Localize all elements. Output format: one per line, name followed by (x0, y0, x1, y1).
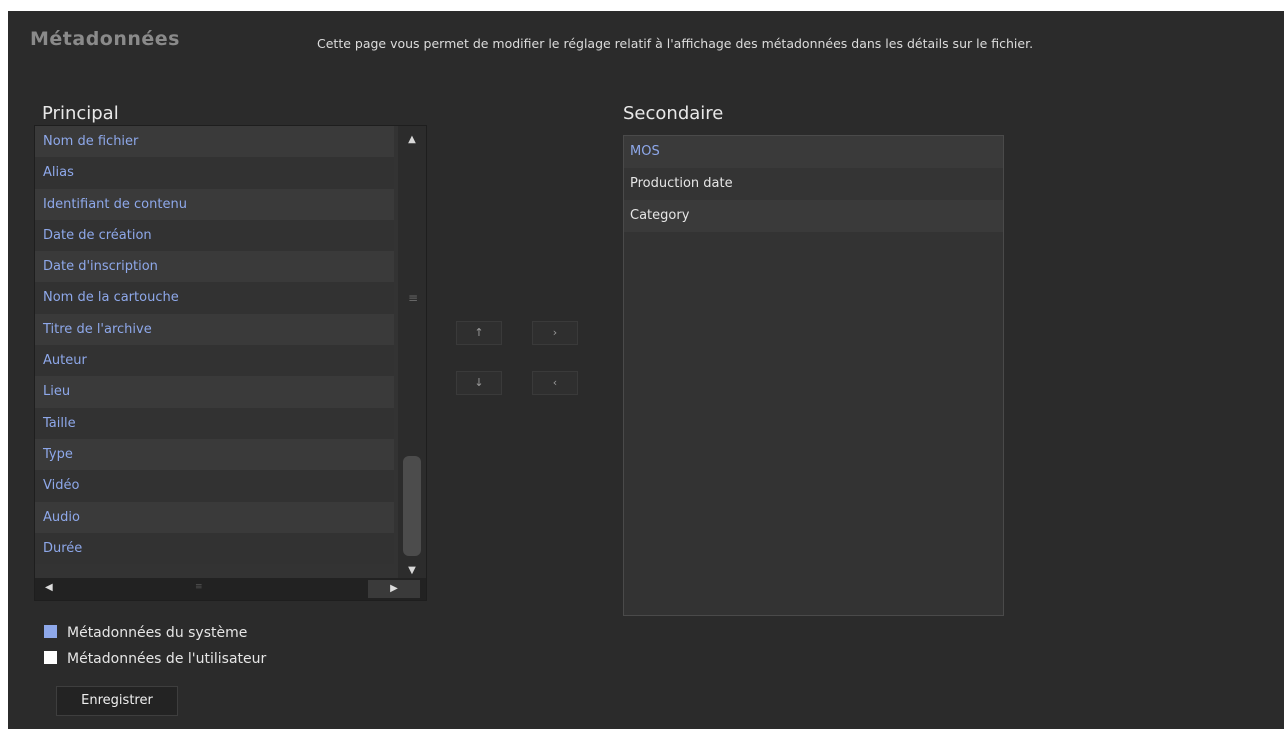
list-item[interactable]: Date de création (35, 219, 394, 252)
list-item[interactable]: Titre de l'archive (35, 313, 394, 346)
legend-system: Métadonnées du système (44, 625, 247, 641)
legend-system-label: Métadonnées du système (67, 625, 248, 641)
primary-metadata-list[interactable]: Nom de fichier Alias Identifiant de cont… (34, 125, 427, 601)
list-item[interactable]: MOS (624, 136, 1003, 168)
move-down-button[interactable]: ↓ (456, 371, 502, 395)
list-item[interactable]: Production date (624, 168, 1003, 200)
scrollbar-thumb[interactable] (403, 456, 421, 556)
list-item[interactable]: Type (35, 438, 394, 471)
vertical-scrollbar[interactable]: ▲ ≡ ▼ (398, 126, 426, 578)
system-swatch-icon (44, 625, 57, 638)
secondary-label: Secondaire (623, 103, 724, 124)
list-item[interactable]: Date d'inscription (35, 251, 394, 283)
hscroll-grip-icon: ≡ (195, 582, 203, 592)
move-left-button[interactable]: ‹ (532, 371, 578, 395)
primary-rows: Nom de fichier Alias Identifiant de cont… (35, 126, 394, 565)
save-button[interactable]: Enregistrer (56, 686, 178, 716)
scroll-up-icon[interactable]: ▲ (398, 134, 426, 145)
list-item[interactable]: Taille (35, 407, 394, 439)
move-up-button[interactable]: ↑ (456, 321, 502, 345)
list-item[interactable]: Nom de la cartouche (35, 282, 394, 314)
move-right-button[interactable]: › (532, 321, 578, 345)
legend-user-label: Métadonnées de l'utilisateur (67, 651, 267, 667)
page-description: Cette page vous permet de modifier le ré… (317, 36, 1034, 51)
list-item[interactable]: Identifiant de contenu (35, 188, 394, 220)
secondary-metadata-list[interactable]: MOS Production date Category (623, 135, 1004, 616)
scroll-down-icon[interactable]: ▼ (398, 565, 426, 576)
page-title: Métadonnées (30, 28, 180, 50)
list-item[interactable]: Alias (35, 157, 394, 189)
list-item[interactable]: Category (624, 200, 1003, 232)
list-item[interactable]: Lieu (35, 376, 394, 408)
user-swatch-icon (44, 651, 57, 664)
primary-label: Principal (42, 103, 119, 124)
list-item[interactable]: Vidéo (35, 470, 394, 502)
scroll-left-icon[interactable]: ◀ (45, 582, 53, 593)
list-item[interactable]: Auteur (35, 345, 394, 377)
legend-user: Métadonnées de l'utilisateur (44, 651, 266, 667)
scroll-grip-icon: ≡ (408, 291, 419, 305)
horizontal-scrollbar[interactable]: ◀ ≡ ▶ (35, 578, 426, 600)
list-item[interactable]: Durée (35, 532, 394, 565)
list-item[interactable]: Audio (35, 501, 394, 533)
list-item[interactable]: Nom de fichier (35, 126, 394, 158)
scroll-right-icon[interactable]: ▶ (368, 580, 420, 598)
